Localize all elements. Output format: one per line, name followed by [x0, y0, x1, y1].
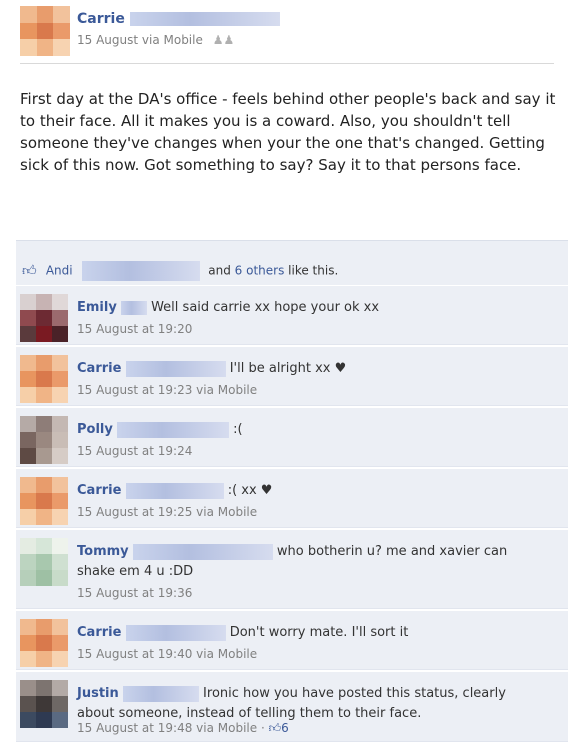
redacted-surname: [125, 482, 224, 499]
post-header: Carrie 15 August via Mobile ♟♟: [20, 6, 560, 58]
comment: Justin Ironic how you have posted this s…: [16, 672, 568, 742]
comment-text: Tommy who botherin u? me and xavier can …: [77, 542, 547, 582]
redacted-surname: [120, 300, 147, 315]
comment-text: Carrie Don't worry mate. I'll sort it: [77, 623, 547, 643]
post-meta: 15 August via Mobile ♟♟: [77, 33, 234, 47]
comment-body: :(: [233, 422, 243, 437]
commenter-name[interactable]: Carrie: [77, 483, 121, 498]
comment-timestamp[interactable]: 15 August at 19:36: [77, 586, 192, 600]
header-divider: [20, 63, 554, 64]
post-author-avatar[interactable]: [20, 6, 70, 56]
comment-text: Carrie :( xx ♥: [77, 481, 547, 501]
comment: Tommy who botherin u? me and xavier can …: [16, 530, 568, 609]
commenter-avatar[interactable]: [20, 619, 68, 667]
redacted-surname: [125, 360, 226, 377]
comment-timestamp[interactable]: 15 August at 19:48 via Mobile ·: [77, 721, 265, 735]
liker-name[interactable]: Andi: [46, 264, 73, 278]
comment-body: Don't worry mate. I'll sort it: [229, 625, 409, 640]
comment-meta: 15 August at 19:48 via Mobile · 👍︎6: [77, 721, 289, 736]
comment-text: Carrie I'll be alright xx ♥: [77, 359, 547, 379]
post-timestamp[interactable]: 15 August via Mobile: [77, 33, 203, 47]
commenter-name[interactable]: Polly: [77, 422, 113, 437]
commenter-avatar[interactable]: [20, 416, 68, 464]
commenter-avatar[interactable]: [20, 680, 68, 728]
commenter-name[interactable]: Justin: [77, 686, 119, 701]
commenter-name[interactable]: Carrie: [77, 361, 121, 376]
redacted-surname: [132, 543, 273, 560]
comment: Carrie :( xx ♥ 15 August at 19:25 via Mo…: [16, 469, 568, 528]
comment-timestamp[interactable]: 15 August at 19:24: [77, 444, 192, 458]
comment: Carrie Don't worry mate. I'll sort it 15…: [16, 611, 568, 670]
thumbs-up-icon: 👍︎: [22, 263, 37, 279]
comment-timestamp[interactable]: 15 August at 19:20: [77, 322, 192, 336]
comment-body: Well said carrie xx hope your ok xx: [151, 300, 380, 315]
comment-body: I'll be alright xx ♥: [229, 361, 347, 376]
thumbs-up-icon: 👍︎: [268, 721, 282, 735]
comment-body: :( xx ♥: [227, 483, 273, 498]
comment-timestamp[interactable]: 15 August at 19:40 via Mobile: [77, 647, 257, 661]
redacted-surname: [125, 624, 226, 641]
comment-like-count[interactable]: 👍︎6: [269, 721, 289, 735]
commenter-name[interactable]: Emily: [77, 300, 117, 315]
commenter-avatar[interactable]: [20, 477, 68, 525]
commenter-avatar[interactable]: [20, 538, 68, 586]
post-author-name[interactable]: Carrie: [77, 11, 280, 27]
comment: Polly :( 15 August at 19:24: [16, 408, 568, 467]
likes-bar: 👍︎ Andi and 6 others like this.: [16, 240, 568, 285]
commenter-name[interactable]: Tommy: [77, 544, 129, 559]
friends-icon: ♟♟: [212, 33, 235, 47]
redacted-surname: [117, 421, 229, 438]
comment-text: Justin Ironic how you have posted this s…: [77, 684, 547, 724]
comment-text: Polly :(: [77, 420, 547, 440]
comment-timestamp[interactable]: 15 August at 19:25 via Mobile: [77, 505, 257, 519]
likes-and: and: [208, 263, 231, 278]
comment-text: Emily Well said carrie xx hope your ok x…: [77, 298, 547, 318]
likes-others-link[interactable]: 6 others: [235, 264, 285, 278]
commenter-avatar[interactable]: [20, 355, 68, 403]
post-body: First day at the DA's office - feels beh…: [20, 90, 556, 174]
redacted-surname: [122, 685, 199, 702]
redacted-surname: [129, 12, 280, 26]
likes-suffix: like this.: [288, 263, 339, 278]
comment: Carrie I'll be alright xx ♥ 15 August at…: [16, 347, 568, 406]
commenter-avatar[interactable]: [20, 294, 68, 342]
comment: Emily Well said carrie xx hope your ok x…: [16, 286, 568, 345]
redacted-surname: [82, 261, 201, 281]
comment-timestamp[interactable]: 15 August at 19:23 via Mobile: [77, 383, 257, 397]
commenter-name[interactable]: Carrie: [77, 625, 121, 640]
